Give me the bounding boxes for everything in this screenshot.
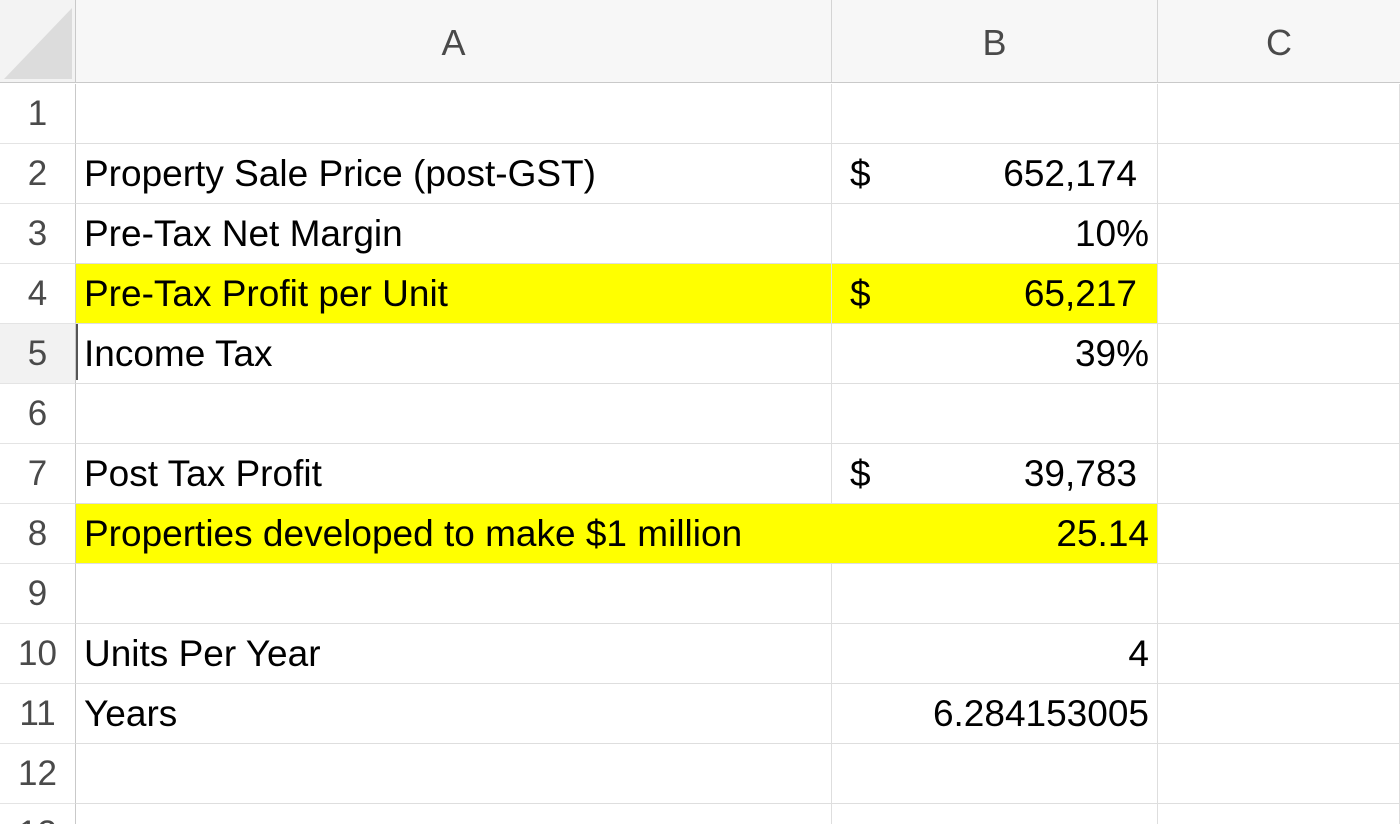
- cell-c7[interactable]: [1158, 444, 1400, 504]
- cell-c2[interactable]: [1158, 144, 1400, 204]
- row-header-10[interactable]: 10: [0, 624, 76, 684]
- cell-b8-value: 25.14: [1056, 513, 1149, 554]
- cell-b7-value: 39,783: [1023, 453, 1137, 494]
- cell-b11-value: 6.284153005: [932, 693, 1149, 734]
- cell-b10[interactable]: 4: [832, 624, 1158, 684]
- cell-a11[interactable]: Years: [76, 684, 832, 744]
- cell-b10-value: 4: [1128, 633, 1149, 674]
- cell-b7[interactable]: $ 39,783: [832, 444, 1158, 504]
- cell-b9[interactable]: [832, 564, 1158, 624]
- cell-a6[interactable]: [76, 384, 832, 444]
- currency-symbol: $: [850, 273, 871, 314]
- cell-b3-value: 10%: [1074, 213, 1149, 254]
- cell-b1[interactable]: [832, 84, 1158, 144]
- cell-a3-text: Pre-Tax Net Margin: [84, 213, 403, 254]
- row-header-6[interactable]: 6: [0, 384, 76, 444]
- column-header-a[interactable]: A: [76, 0, 832, 83]
- row-header-12[interactable]: 12: [0, 744, 76, 804]
- cell-b5[interactable]: 39%: [832, 324, 1158, 384]
- cell-b13[interactable]: [832, 804, 1158, 824]
- cell-c5[interactable]: [1158, 324, 1400, 384]
- cell-b4-value: 65,217: [1023, 273, 1137, 314]
- cell-a2[interactable]: Property Sale Price (post-GST): [76, 144, 832, 204]
- column-header-b[interactable]: B: [832, 0, 1158, 83]
- cell-a9[interactable]: [76, 564, 832, 624]
- cell-a4[interactable]: Pre-Tax Profit per Unit: [76, 264, 832, 324]
- cell-b2[interactable]: $ 652,174: [832, 144, 1158, 204]
- cell-a5-text: Income Tax: [84, 333, 273, 374]
- row-header-5[interactable]: 5: [0, 324, 76, 384]
- cell-a8-b8[interactable]: Properties developed to make $1 million …: [76, 504, 1158, 564]
- row-header-8[interactable]: 8: [0, 504, 76, 564]
- row-header-7[interactable]: 7: [0, 444, 76, 504]
- cell-c12[interactable]: [1158, 744, 1400, 804]
- column-header-c[interactable]: C: [1158, 0, 1400, 83]
- cell-b5-value: 39%: [1074, 333, 1149, 374]
- cell-c8[interactable]: [1158, 504, 1400, 564]
- select-all-button[interactable]: [0, 0, 76, 83]
- cell-c9[interactable]: [1158, 564, 1400, 624]
- currency-symbol: $: [850, 453, 871, 494]
- cell-b4[interactable]: $ 65,217: [832, 264, 1158, 324]
- cell-a11-text: Years: [84, 693, 178, 734]
- text-cursor: [76, 324, 78, 380]
- row-header-2[interactable]: 2: [0, 144, 76, 204]
- cell-c4[interactable]: [1158, 264, 1400, 324]
- cell-a10-text: Units Per Year: [84, 633, 321, 674]
- cell-a3[interactable]: Pre-Tax Net Margin: [76, 204, 832, 264]
- row-header-1[interactable]: 1: [0, 84, 76, 144]
- spreadsheet-grid: A B C 1 2 Property Sale Price (post-GST)…: [0, 0, 1400, 824]
- cell-a10[interactable]: Units Per Year: [76, 624, 832, 684]
- cell-a1[interactable]: [76, 84, 832, 144]
- currency-symbol: $: [850, 153, 871, 194]
- cell-b2-value: 652,174: [1003, 153, 1137, 194]
- cell-a5[interactable]: Income Tax: [76, 324, 832, 384]
- row-header-4[interactable]: 4: [0, 264, 76, 324]
- cell-a7-text: Post Tax Profit: [84, 453, 322, 494]
- cell-c3[interactable]: [1158, 204, 1400, 264]
- row-header-13[interactable]: 13: [0, 804, 76, 824]
- row-header-3[interactable]: 3: [0, 204, 76, 264]
- cell-a8-text: Properties developed to make $1 million: [84, 513, 743, 554]
- cell-b3[interactable]: 10%: [832, 204, 1158, 264]
- select-all-triangle-icon: [4, 8, 72, 79]
- row-header-9[interactable]: 9: [0, 564, 76, 624]
- cell-c1[interactable]: [1158, 84, 1400, 144]
- cell-b11[interactable]: 6.284153005: [832, 684, 1158, 744]
- cell-a13[interactable]: [76, 804, 832, 824]
- cell-a2-text: Property Sale Price (post-GST): [84, 153, 596, 194]
- cell-a7[interactable]: Post Tax Profit: [76, 444, 832, 504]
- cell-c6[interactable]: [1158, 384, 1400, 444]
- cell-c10[interactable]: [1158, 624, 1400, 684]
- cell-b12[interactable]: [832, 744, 1158, 804]
- cell-b6[interactable]: [832, 384, 1158, 444]
- cell-a4-text: Pre-Tax Profit per Unit: [84, 273, 448, 314]
- cell-a12[interactable]: [76, 744, 832, 804]
- cell-c13[interactable]: [1158, 804, 1400, 824]
- row-header-11[interactable]: 11: [0, 684, 76, 744]
- cell-c11[interactable]: [1158, 684, 1400, 744]
